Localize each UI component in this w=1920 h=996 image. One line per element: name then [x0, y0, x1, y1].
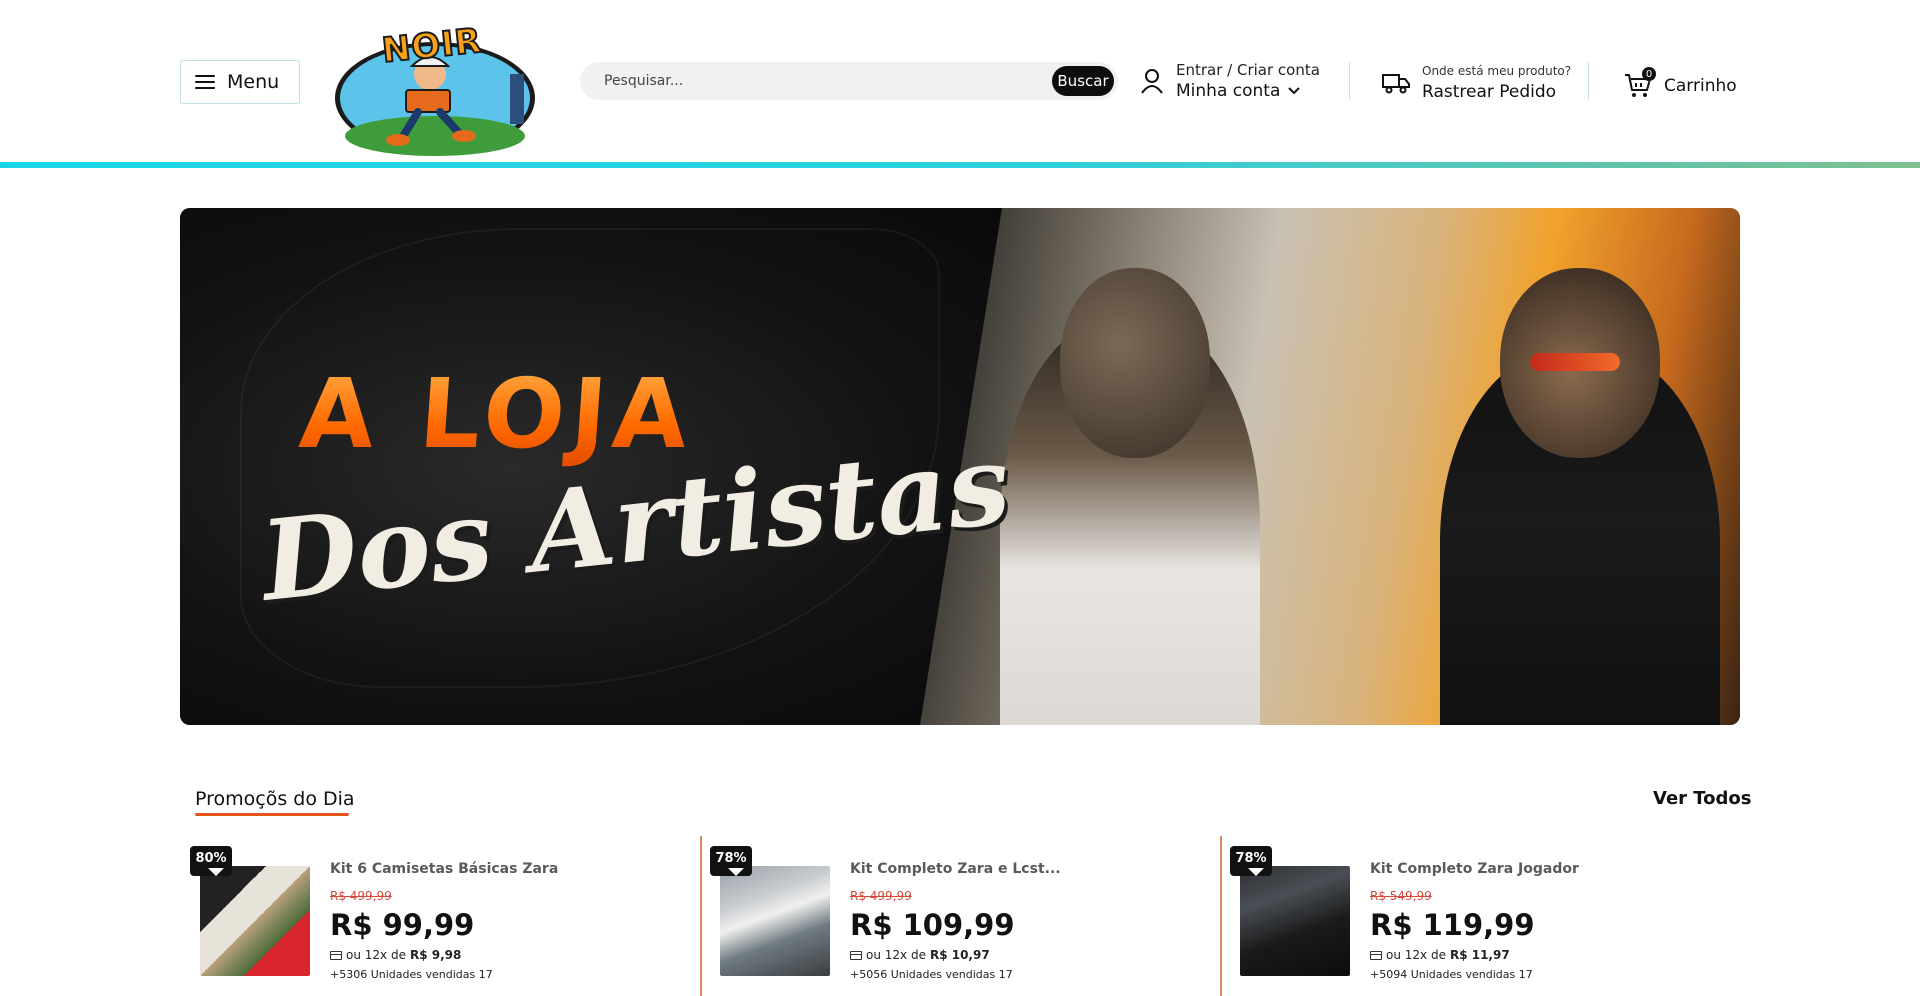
cart-button[interactable]: 0 Carrinho [1624, 67, 1744, 102]
account-login-text: Entrar / Criar conta [1176, 61, 1320, 79]
cart-label: Carrinho [1664, 76, 1737, 96]
product-price: R$ 109,99 [850, 908, 1015, 942]
menu-button[interactable]: Menu [180, 60, 300, 104]
track-order-link[interactable]: Onde está meu produto? Rastrear Pedido [1382, 60, 1582, 106]
artist-head [1060, 268, 1210, 458]
arrow-down-icon [208, 868, 224, 876]
product-card[interactable]: 78% Kit Completo Zara e Lcst... R$ 499,9… [710, 836, 1215, 996]
credit-card-icon [1370, 950, 1382, 960]
search-bar: Buscar [580, 62, 1118, 100]
product-old-price: R$ 499,99 [330, 889, 392, 903]
installment-value: R$ 11,97 [1449, 948, 1510, 962]
sunglasses [1530, 353, 1620, 371]
installment-prefix: ou 12x de [1386, 948, 1446, 962]
store-logo[interactable]: NOIR [332, 20, 538, 156]
product-price: R$ 99,99 [330, 908, 475, 942]
track-label: Rastrear Pedido [1422, 82, 1557, 102]
units-sold: +5094 Unidades vendidas 17 [1370, 968, 1533, 981]
product-old-price: R$ 499,99 [850, 889, 912, 903]
account-menu[interactable]: Entrar / Criar conta Minha conta [1140, 58, 1340, 104]
product-image[interactable] [720, 866, 830, 976]
user-icon [1141, 69, 1163, 94]
installment-prefix: ou 12x de [866, 948, 926, 962]
product-card[interactable]: 78% Kit Completo Zara Jogador R$ 549,99 … [1230, 836, 1735, 996]
arrow-down-icon [1248, 868, 1264, 876]
product-name[interactable]: Kit 6 Camisetas Básicas Zara [330, 861, 558, 877]
product-installments: ou 12x de R$ 9,98 [330, 948, 461, 962]
product-name[interactable]: Kit Completo Zara e Lcst... [850, 861, 1061, 877]
header-divider [1349, 62, 1350, 100]
header-divider [1588, 62, 1589, 100]
chevron-down-icon [1288, 87, 1301, 95]
site-header: Menu NOIR Buscar Entrar / Criar conta [0, 0, 1920, 168]
truck-icon [1382, 74, 1410, 94]
section-title-underline [195, 813, 349, 816]
credit-card-icon [850, 950, 862, 960]
search-input[interactable] [580, 73, 1052, 89]
product-image[interactable] [1240, 866, 1350, 976]
product-old-price: R$ 549,99 [1370, 889, 1432, 903]
product-divider [1220, 836, 1222, 996]
units-sold: +5306 Unidades vendidas 17 [330, 968, 493, 981]
installment-value: R$ 9,98 [409, 948, 462, 962]
see-all-link[interactable]: Ver Todos [1653, 788, 1752, 809]
header-accent-line [0, 162, 1920, 168]
search-button[interactable]: Buscar [1052, 66, 1114, 96]
banner-title-top: A LOJA [296, 358, 698, 470]
arrow-down-icon [728, 868, 744, 876]
product-card[interactable]: 80% Kit 6 Camisetas Básicas Zara R$ 499,… [190, 836, 695, 996]
product-name[interactable]: Kit Completo Zara Jogador [1370, 861, 1579, 877]
installment-value: R$ 10,97 [929, 948, 990, 962]
track-subtitle: Onde está meu produto? [1422, 64, 1572, 78]
account-label: Minha conta [1176, 81, 1281, 101]
menu-label: Menu [227, 71, 280, 93]
product-image[interactable] [200, 866, 310, 976]
product-installments: ou 12x de R$ 11,97 [1370, 948, 1510, 962]
product-installments: ou 12x de R$ 10,97 [850, 948, 990, 962]
hero-banner[interactable]: A LOJA Dos Artistas [180, 208, 1740, 725]
product-price: R$ 119,99 [1370, 908, 1535, 942]
units-sold: +5056 Unidades vendidas 17 [850, 968, 1013, 981]
product-divider [700, 836, 702, 996]
section-title: Promoçõs do Dia [195, 788, 355, 810]
cart-count-badge: 0 [1642, 67, 1656, 81]
installment-prefix: ou 12x de [346, 948, 406, 962]
hamburger-icon [195, 75, 215, 89]
credit-card-icon [330, 950, 342, 960]
